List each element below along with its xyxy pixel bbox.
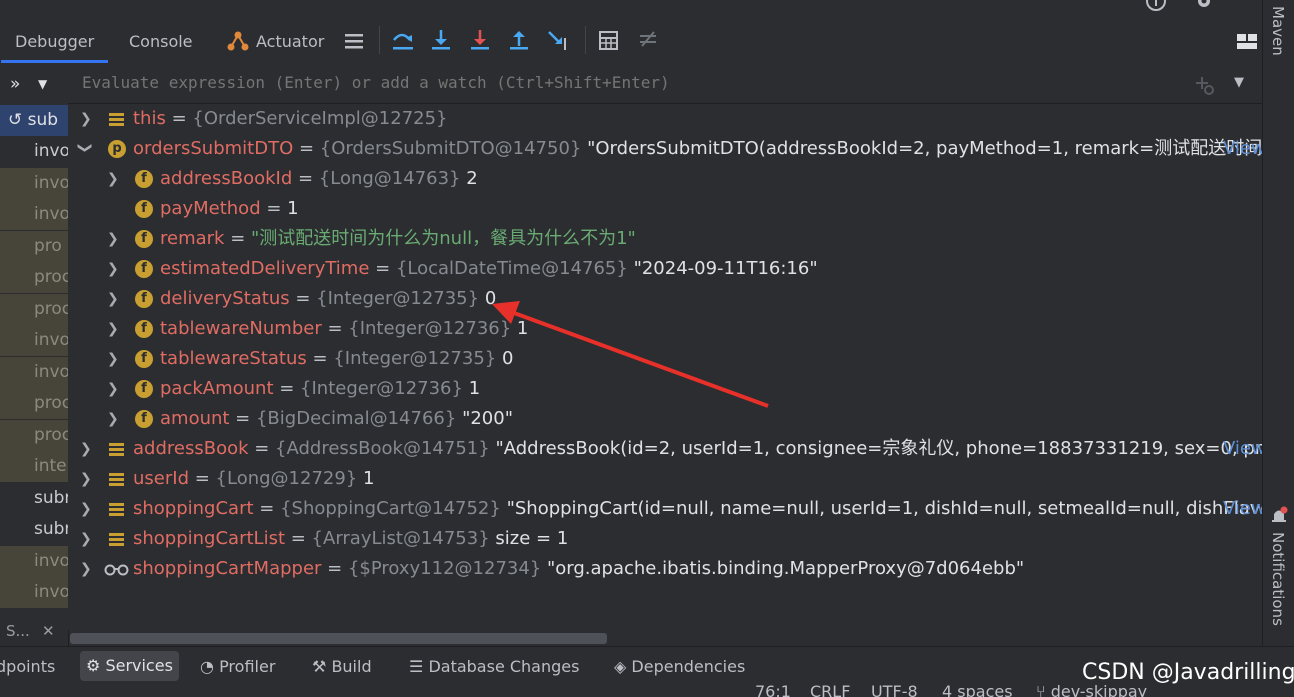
frame-item[interactable]: invo xyxy=(0,199,68,230)
layout-menu-icon[interactable] xyxy=(342,28,368,54)
expand-icon[interactable]: » xyxy=(10,74,20,94)
toolbar-separator xyxy=(379,26,380,54)
minimize-icon[interactable] xyxy=(1237,0,1257,8)
hammer-icon: ⚒ xyxy=(312,657,327,676)
tab-dependencies-label: Dependencies xyxy=(631,657,746,676)
tab-profiler[interactable]: ◔ Profiler xyxy=(200,657,275,676)
frame-item[interactable]: proc xyxy=(0,388,68,419)
frame-item[interactable]: inte xyxy=(0,451,68,482)
file-encoding[interactable]: UTF-8 xyxy=(871,684,918,697)
frames-footer: S... ✕ xyxy=(0,616,68,646)
chevron-down-icon[interactable]: ▼ xyxy=(38,64,47,104)
step-into-icon[interactable] xyxy=(429,28,455,54)
frame-item[interactable]: invo xyxy=(0,168,68,199)
variables-tree: ❯ this = {OrderServiceImpl@12725} ❯ p or… xyxy=(68,104,1262,630)
tab-build-label: Build xyxy=(331,657,372,676)
return-icon: ↺ xyxy=(8,110,23,130)
watermark: CSDN @Javadrilling xyxy=(1082,660,1294,685)
tab-build[interactable]: ⚒ Build xyxy=(312,657,372,676)
tab-breakpoints[interactable]: dpoints xyxy=(0,657,55,676)
force-step-into-icon[interactable] xyxy=(468,28,494,54)
step-out-icon[interactable] xyxy=(507,28,533,54)
frames-footer-label: S... xyxy=(6,622,30,640)
add-watch-icon[interactable] xyxy=(1194,74,1216,96)
chevron-down-icon[interactable]: ▼ xyxy=(1234,75,1244,90)
frame-item[interactable]: proc xyxy=(0,294,68,325)
frames-header: » ▼ xyxy=(0,64,68,104)
evaluate-bar: ▼ xyxy=(68,64,1262,104)
tab-console[interactable]: Console xyxy=(129,32,193,51)
frame-item[interactable]: invo xyxy=(0,357,68,388)
indent-setting[interactable]: 4 spaces xyxy=(942,684,1013,697)
run-to-cursor-icon[interactable] xyxy=(546,28,572,54)
layout-settings-icon[interactable] xyxy=(1234,28,1260,54)
frame-item[interactable]: pro xyxy=(0,231,68,262)
actuator-icon xyxy=(227,31,249,51)
tab-services-label: Services xyxy=(105,656,173,675)
gear-icon[interactable] xyxy=(1194,0,1214,14)
bell-icon[interactable] xyxy=(1270,506,1288,528)
database-icon: ☰ xyxy=(409,657,424,676)
evaluate-expression-icon[interactable] xyxy=(596,28,622,54)
layers-icon: ◈ xyxy=(614,657,627,676)
frames-panel: » ▼ ↺ sub invo invo invo pro proc proc i… xyxy=(0,64,69,646)
frame-item[interactable]: invo xyxy=(0,577,68,608)
tab-services[interactable]: ⚙ Services xyxy=(80,651,179,681)
profiler-icon: ◔ xyxy=(200,657,214,676)
tab-actuator[interactable]: Actuator xyxy=(256,32,324,51)
right-tool-strip: Maven Notifications xyxy=(1262,0,1294,646)
frame-item[interactable]: proc xyxy=(0,262,68,293)
git-branch-label: dev-skippay xyxy=(1050,684,1148,697)
evaluate-expression-input[interactable] xyxy=(80,72,1184,93)
frame-item[interactable]: proc xyxy=(0,420,68,451)
frame-item[interactable]: invo xyxy=(0,136,68,167)
tab-database-changes[interactable]: ☰ Database Changes xyxy=(409,657,579,676)
frame-item[interactable]: subr xyxy=(0,514,68,545)
line-separator[interactable]: CRLF xyxy=(810,684,850,697)
status-bar: 76:1 CRLF UTF-8 4 spaces ⑂ dev-skippay xyxy=(0,684,1294,697)
horizontal-scrollbar[interactable] xyxy=(70,633,607,644)
notifications-tool-button[interactable]: Notifications xyxy=(1269,532,1287,626)
title-strip xyxy=(0,0,1262,18)
trace-stream-icon[interactable] xyxy=(636,28,662,54)
frame-item[interactable]: invo xyxy=(0,325,68,356)
tab-debugger[interactable]: Debugger xyxy=(0,32,109,63)
tab-profiler-label: Profiler xyxy=(219,657,276,676)
frame-item[interactable]: invo xyxy=(0,546,68,577)
maven-tool-button[interactable]: Maven xyxy=(1269,6,1287,56)
step-over-icon[interactable] xyxy=(390,28,416,54)
annotation-arrow xyxy=(492,301,769,408)
toolbar-separator xyxy=(585,26,586,54)
caret-position[interactable]: 76:1 xyxy=(755,684,791,697)
debugger-toolbar: Debugger Console Actuator xyxy=(0,18,1262,65)
tab-database-changes-label: Database Changes xyxy=(428,657,580,676)
frame-item[interactable]: ↺ sub xyxy=(0,105,68,136)
close-icon[interactable]: ✕ xyxy=(42,616,55,646)
branch-icon: ⑂ xyxy=(1036,684,1046,697)
globe-icon[interactable] xyxy=(1145,0,1167,16)
services-icon: ⚙ xyxy=(86,656,101,675)
tab-dependencies[interactable]: ◈ Dependencies xyxy=(614,657,745,676)
frame-item[interactable]: subr xyxy=(0,483,68,514)
git-branch[interactable]: ⑂ dev-skippay xyxy=(1036,684,1147,697)
frame-label: sub xyxy=(27,110,59,130)
